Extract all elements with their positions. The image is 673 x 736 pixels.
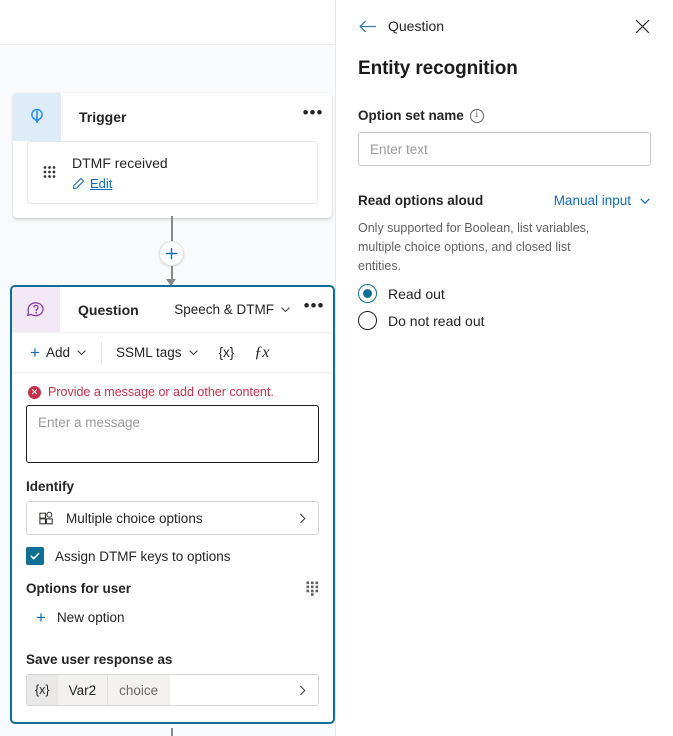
pencil-icon [72, 177, 85, 190]
toolbar-variable-button[interactable]: {x} [209, 339, 245, 367]
new-option-label: New option [56, 610, 125, 625]
waffle-grid-icon[interactable] [306, 581, 319, 596]
question-mode-value: Speech & DTMF [174, 302, 274, 317]
toolbar-formula-button[interactable]: ƒx [244, 339, 279, 367]
trigger-node-more-button[interactable]: ••• [294, 93, 332, 141]
radio-dot [363, 289, 372, 298]
chevron-right-icon [297, 512, 308, 525]
info-icon[interactable]: i [469, 108, 484, 123]
question-node-body: ✕ Provide a message or add other content… [12, 373, 333, 722]
radio-read-out-control[interactable] [358, 284, 377, 303]
chevron-down-icon [188, 347, 199, 358]
read-options-header: Read options aloud Manual input [336, 166, 673, 208]
flow-canvas: Trigger ••• DTMF received Edit Question … [0, 0, 335, 736]
option-set-name-label-row: Option set name i [336, 80, 673, 123]
plus-icon: + [36, 608, 46, 627]
toolbar-ssml-button[interactable]: SSML tags [106, 339, 209, 367]
variable-name: Var2 [57, 675, 108, 705]
variable-badge: {x} [27, 675, 58, 705]
panel-header: Question [336, 0, 673, 52]
connector-line-top [171, 216, 173, 242]
radio-do-not-read-out-control[interactable] [358, 311, 377, 330]
read-options-source-dropdown[interactable]: Manual input [554, 193, 651, 208]
radio-read-out[interactable]: Read out [336, 276, 673, 303]
panel-title: Entity recognition [358, 58, 518, 79]
question-node-header: Question Speech & DTMF ••• [12, 287, 333, 333]
back-arrow-icon [358, 19, 377, 34]
trigger-node-title: Trigger [79, 109, 127, 125]
radio-do-not-read-out[interactable]: Do not read out [336, 303, 673, 330]
question-mode-dropdown[interactable]: Speech & DTMF [174, 287, 295, 332]
toolbar-ssml-label: SSML tags [115, 345, 182, 360]
toolbar-add-label: Add [45, 345, 70, 360]
question-error-text: Provide a message or add other content. [48, 385, 274, 399]
panel-back-button[interactable]: Question [358, 18, 627, 34]
question-bubble-icon [12, 287, 60, 332]
error-circle-icon: ✕ [28, 385, 41, 399]
radio-read-out-label: Read out [388, 285, 445, 302]
chevron-right-icon [297, 675, 318, 705]
properties-panel: Question Entity recognition Option set n… [335, 0, 673, 736]
identify-label: Identify [26, 479, 75, 494]
trigger-card-edit[interactable]: Edit [72, 176, 168, 191]
read-options-source-value: Manual input [553, 193, 631, 208]
add-node-button[interactable] [159, 241, 184, 266]
question-node-title: Question [78, 301, 139, 318]
identify-dropdown[interactable]: Multiple choice options [26, 501, 319, 535]
canvas-topbar [0, 0, 335, 45]
radio-do-not-read-out-label: Do not read out [388, 312, 485, 329]
assign-dtmf-checkbox[interactable] [26, 547, 44, 565]
trigger-node-body: DTMF received Edit [13, 141, 332, 218]
trigger-bolt-icon [13, 93, 61, 141]
save-response-label: Save user response as [26, 652, 173, 667]
assign-dtmf-checkbox-row[interactable]: Assign DTMF keys to options [26, 547, 319, 565]
chevron-down-icon [76, 347, 87, 358]
assign-dtmf-label: Assign DTMF keys to options [55, 548, 231, 564]
trigger-card-title: DTMF received [72, 155, 168, 171]
toolbar-add-button[interactable]: + Add [20, 339, 97, 367]
save-response-variable[interactable]: {x} Var2 choice [26, 674, 319, 706]
option-set-name-input[interactable]: Enter text [358, 132, 651, 166]
new-option-button[interactable]: + New option [36, 609, 319, 626]
drag-waffle-icon[interactable] [38, 154, 60, 191]
trigger-node-header: Trigger ••• [13, 93, 332, 141]
identify-value: Multiple choice options [66, 510, 203, 526]
panel-close-button[interactable] [627, 11, 657, 41]
options-for-user-header: Options for user [26, 581, 319, 596]
question-toolbar: + Add SSML tags {x} ƒx [12, 333, 333, 373]
question-node-more-button[interactable]: ••• [295, 287, 333, 332]
trigger-card-text: DTMF received Edit [60, 154, 168, 191]
variable-type: choice [107, 675, 171, 705]
panel-back-label: Question [388, 18, 445, 34]
multiple-choice-grid-icon [38, 510, 55, 527]
question-node[interactable]: Question Speech & DTMF ••• + Add SSML ta… [10, 285, 335, 724]
options-for-user-label: Options for user [26, 581, 132, 596]
message-input[interactable]: Enter a message [26, 405, 319, 463]
question-error: ✕ Provide a message or add other content… [28, 385, 319, 399]
app-root: Trigger ••• DTMF received Edit Question … [0, 0, 673, 736]
read-options-helper-text: Only supported for Boolean, list variabl… [358, 221, 590, 273]
connector-line-after-question [171, 728, 173, 736]
trigger-node[interactable]: Trigger ••• DTMF received Edit [13, 93, 332, 218]
plus-icon: + [30, 343, 40, 362]
chevron-down-icon [280, 304, 291, 315]
toolbar-separator [100, 341, 102, 364]
variable-spacer [170, 675, 297, 705]
chevron-down-icon [639, 195, 651, 207]
trigger-card-edit-link[interactable]: Edit [90, 176, 112, 191]
read-options-title: Read options aloud [358, 193, 484, 208]
trigger-card[interactable]: DTMF received Edit [27, 141, 318, 204]
option-set-name-label: Option set name [358, 108, 464, 123]
